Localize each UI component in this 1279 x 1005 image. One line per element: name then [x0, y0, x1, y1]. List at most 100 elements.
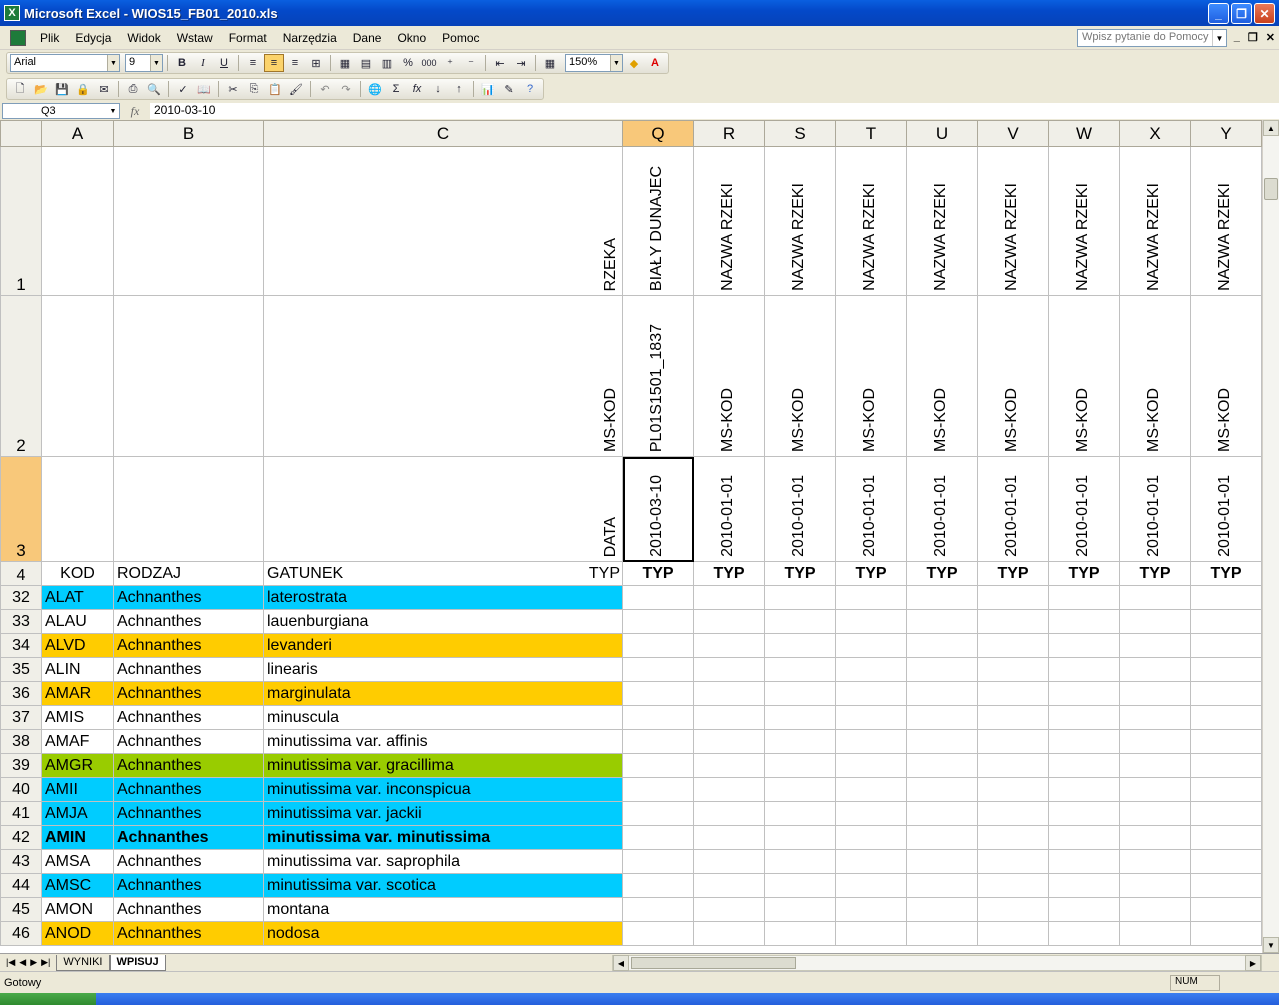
function-icon[interactable]: fx	[407, 80, 427, 98]
format-painter-icon[interactable]: 🖌	[286, 80, 306, 98]
permission-icon[interactable]: 🔒	[73, 80, 93, 98]
cell[interactable]	[835, 825, 907, 850]
cell[interactable]: MS-KOD	[1190, 295, 1262, 457]
cell-typ[interactable]: TYP	[764, 561, 836, 586]
cell[interactable]: 2010-01-01	[906, 456, 978, 562]
row-header[interactable]: 1	[0, 146, 42, 296]
cell[interactable]	[764, 681, 836, 706]
row-header[interactable]: 40	[0, 777, 42, 802]
cell[interactable]: NAZWA RZEKI	[1190, 146, 1262, 296]
cell[interactable]	[835, 921, 907, 946]
row-header[interactable]: 42	[0, 825, 42, 850]
cell-kod[interactable]: AMSA	[41, 849, 114, 874]
cell[interactable]: NAZWA RZEKI	[835, 146, 907, 296]
cell[interactable]	[1190, 897, 1262, 922]
cell-kod[interactable]: ALVD	[41, 633, 114, 658]
cell[interactable]	[693, 921, 765, 946]
cell[interactable]	[977, 801, 1049, 826]
cell[interactable]	[764, 585, 836, 610]
cell[interactable]: NAZWA RZEKI	[1119, 146, 1191, 296]
cell[interactable]	[693, 585, 765, 610]
name-box[interactable]: Q3 ▼	[2, 103, 120, 119]
cell-kod[interactable]: AMON	[41, 897, 114, 922]
cell[interactable]	[1048, 849, 1120, 874]
tab-wpisuj[interactable]: WPISUJ	[109, 954, 166, 971]
column-header-w[interactable]: W	[1048, 120, 1120, 147]
cell[interactable]	[1048, 897, 1120, 922]
undo-icon[interactable]: ↶	[315, 80, 335, 98]
cell[interactable]	[1119, 585, 1191, 610]
cell[interactable]	[835, 705, 907, 730]
cell[interactable]	[977, 681, 1049, 706]
cell-gatunek[interactable]: minutissima var. minutissima	[263, 825, 623, 850]
cell[interactable]	[835, 849, 907, 874]
cell-ms-kod-label[interactable]: MS-KOD	[263, 295, 623, 457]
cell[interactable]	[113, 456, 264, 562]
cell[interactable]	[906, 849, 978, 874]
cell-rodzaj[interactable]: Achnanthes	[113, 897, 264, 922]
cell[interactable]	[764, 801, 836, 826]
menu-pomoc[interactable]: Pomoc	[434, 31, 487, 45]
cell-gatunek[interactable]: minuscula	[263, 705, 623, 730]
maximize-button[interactable]: ❐	[1231, 3, 1252, 24]
cell[interactable]	[1190, 609, 1262, 634]
column-header-x[interactable]: X	[1119, 120, 1191, 147]
cell[interactable]	[1119, 873, 1191, 898]
cell[interactable]	[622, 825, 694, 850]
decrease-indent-icon[interactable]: ⇤	[490, 54, 510, 72]
cell[interactable]	[1190, 633, 1262, 658]
cell[interactable]	[835, 897, 907, 922]
cell-rodzaj[interactable]: Achnanthes	[113, 825, 264, 850]
row-header[interactable]: 36	[0, 681, 42, 706]
cell[interactable]	[835, 873, 907, 898]
cell[interactable]	[622, 729, 694, 754]
cell[interactable]	[764, 633, 836, 658]
cell-gatunek[interactable]: minutissima var. affinis	[263, 729, 623, 754]
cell[interactable]: MS-KOD	[1119, 295, 1191, 457]
cell-rodzaj[interactable]: Achnanthes	[113, 705, 264, 730]
cell[interactable]	[41, 456, 114, 562]
cell[interactable]	[906, 921, 978, 946]
column-header-y[interactable]: Y	[1190, 120, 1262, 147]
cell[interactable]	[1048, 585, 1120, 610]
cell-kod[interactable]: AMIS	[41, 705, 114, 730]
decrease-decimal-icon[interactable]: ⁻	[461, 54, 481, 72]
cell-rodzaj[interactable]: Achnanthes	[113, 777, 264, 802]
cell[interactable]	[622, 705, 694, 730]
row-header[interactable]: 43	[0, 849, 42, 874]
cell[interactable]: 2010-01-01	[764, 456, 836, 562]
cell[interactable]	[1190, 729, 1262, 754]
font-name-select[interactable]: Arial ▼	[10, 54, 120, 72]
cell[interactable]	[764, 921, 836, 946]
cell[interactable]	[906, 825, 978, 850]
cell-kod[interactable]: ANOD	[41, 921, 114, 946]
row-header[interactable]: 39	[0, 753, 42, 778]
cell-rodzaj[interactable]: Achnanthes	[113, 657, 264, 682]
cell-kod[interactable]: AMSC	[41, 873, 114, 898]
cell[interactable]: 2010-01-01	[977, 456, 1049, 562]
new-file-icon[interactable]: 🗋	[10, 80, 30, 98]
zoom-select[interactable]: 150% ▼	[565, 54, 623, 72]
cell-rodzaj[interactable]: Achnanthes	[113, 729, 264, 754]
cell[interactable]	[113, 295, 264, 457]
open-folder-icon[interactable]: 📂	[31, 80, 51, 98]
last-sheet-icon[interactable]: ▶|	[41, 957, 50, 968]
cell[interactable]	[1048, 633, 1120, 658]
align-left-icon[interactable]: ≡	[243, 54, 263, 72]
cell-rzeka-label[interactable]: RZEKA	[263, 146, 623, 296]
cell[interactable]	[622, 777, 694, 802]
copy-icon[interactable]: ⎘	[244, 80, 264, 98]
scroll-down-icon[interactable]: ▼	[1263, 937, 1279, 953]
cell[interactable]	[835, 681, 907, 706]
cell[interactable]	[1119, 801, 1191, 826]
row-header[interactable]: 45	[0, 897, 42, 922]
cell-typ[interactable]: TYP	[906, 561, 978, 586]
chevron-down-icon[interactable]: ▼	[107, 55, 119, 71]
cell[interactable]	[622, 753, 694, 778]
cell[interactable]: NAZWA RZEKI	[1048, 146, 1120, 296]
cell-kod[interactable]: ALAT	[41, 585, 114, 610]
cell[interactable]	[764, 729, 836, 754]
row-header[interactable]: 35	[0, 657, 42, 682]
cell-rodzaj[interactable]: Achnanthes	[113, 921, 264, 946]
cell-gatunek[interactable]: minutissima var. gracillima	[263, 753, 623, 778]
